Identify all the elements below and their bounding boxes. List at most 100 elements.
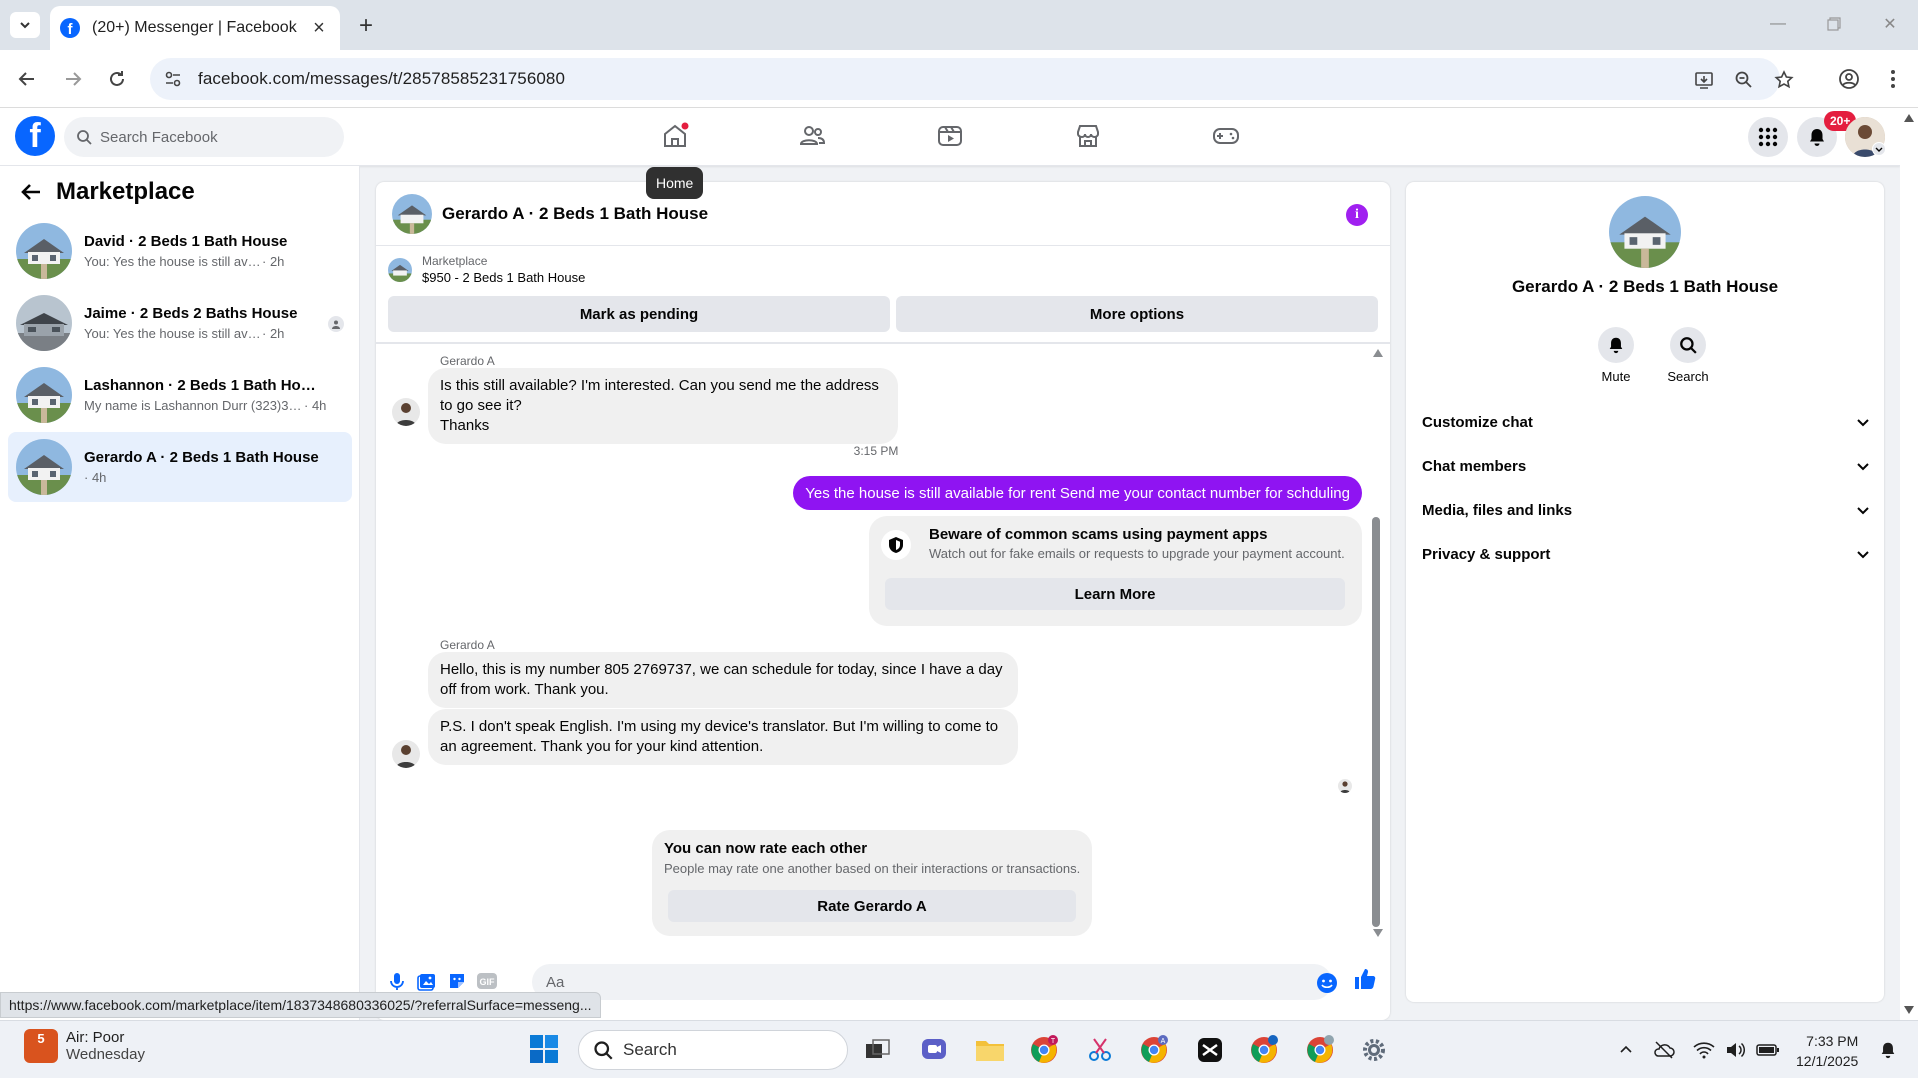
chat-members-section[interactable]: Chat members	[1422, 448, 1870, 484]
svg-text:GIF: GIF	[480, 977, 496, 987]
chrome-profile-photo-icon[interactable]	[1302, 1032, 1338, 1068]
message-text: Thanks	[440, 417, 490, 434]
file-explorer-icon[interactable]	[972, 1032, 1008, 1068]
chat-scrollbar-thumb[interactable]	[1372, 517, 1380, 927]
tab-search-button[interactable]	[10, 12, 40, 38]
emoji-icon[interactable]	[1314, 970, 1340, 996]
page-scroll-up-icon[interactable]	[1904, 114, 1914, 122]
incoming-message[interactable]: Hello, this is my number 805 2769737, we…	[428, 652, 1018, 708]
show-hidden-icons-chevron-icon[interactable]	[1608, 1032, 1644, 1068]
wifi-icon[interactable]	[1686, 1032, 1722, 1068]
forward-icon[interactable]	[58, 64, 88, 94]
home-nav-icon[interactable]	[655, 118, 695, 154]
conversation-name: Lashannon · 2 Beds 1 Bath House	[84, 377, 324, 394]
reload-icon[interactable]	[102, 64, 132, 94]
capcut-icon[interactable]	[1192, 1032, 1228, 1068]
listing-thumbnail	[16, 295, 72, 351]
incoming-message[interactable]: P.S. I don't speak English. I'm using my…	[428, 709, 1018, 765]
facebook-header: f Search Facebook 20+	[0, 108, 1900, 166]
zoom-icon[interactable]	[1732, 68, 1756, 92]
scroll-up-arrow-icon[interactable]	[1372, 348, 1384, 358]
browser-menu-icon[interactable]	[1878, 64, 1908, 94]
install-app-icon[interactable]	[1692, 68, 1716, 92]
message-text: an agreement. Thank you for your kind at…	[440, 738, 764, 755]
scroll-down-arrow-icon[interactable]	[1372, 928, 1384, 938]
new-tab-button[interactable]: +	[352, 12, 380, 40]
chat-avatar[interactable]	[392, 193, 432, 234]
listing-thumbnail	[16, 223, 72, 279]
close-tab-icon[interactable]: ×	[308, 17, 330, 39]
chrome-profile-t-icon[interactable]: T	[1026, 1032, 1062, 1068]
facebook-logo-icon[interactable]: f	[15, 116, 55, 156]
sidebar-title: Marketplace	[56, 178, 195, 205]
sender-avatar	[392, 398, 420, 426]
gaming-nav-icon[interactable]	[1206, 118, 1246, 154]
friends-nav-icon[interactable]	[792, 118, 832, 154]
weather-widget[interactable]: 5 Air: Poor Wednesday	[24, 1029, 145, 1063]
windows-start-icon[interactable]	[526, 1031, 562, 1067]
media-files-links-section[interactable]: Media, files and links	[1422, 492, 1870, 528]
like-thumb-icon[interactable]	[1352, 966, 1378, 992]
settings-gear-icon[interactable]	[1356, 1032, 1392, 1068]
page-scroll-down-icon[interactable]	[1904, 1006, 1914, 1014]
sender-avatar	[392, 740, 420, 768]
details-name: Gerardo A · 2 Beds 1 Bath House	[1511, 277, 1779, 296]
bookmark-star-icon[interactable]	[1772, 68, 1796, 92]
browser-tab[interactable]: f (20+) Messenger | Facebook ×	[50, 6, 340, 50]
taskbar-search[interactable]: Search	[578, 1030, 848, 1070]
page-scrollbar[interactable]	[1900, 108, 1918, 1020]
conversation-item-gerardo[interactable]: Gerardo A · 2 Beds 1 Bath House · 4h	[8, 432, 352, 502]
chrome-profile-a-icon[interactable]: A	[1136, 1032, 1172, 1068]
divider	[376, 342, 1390, 344]
scam-warning-text: Watch out for fake emails or requests to…	[929, 546, 1345, 561]
privacy-support-section[interactable]: Privacy & support	[1422, 536, 1870, 572]
incoming-message[interactable]: Is this still available? I'm interested.…	[428, 368, 898, 444]
photo-icon[interactable]	[414, 968, 440, 994]
gif-icon[interactable]: GIF	[474, 968, 500, 994]
svg-text:T: T	[1051, 1038, 1056, 1045]
facebook-search-input[interactable]: Search Facebook	[64, 117, 344, 157]
sticker-icon[interactable]	[444, 968, 470, 994]
conversation-item-david[interactable]: David · 2 Beds 1 Bath House You: Yes the…	[8, 216, 352, 286]
mark-as-pending-button[interactable]: Mark as pending	[388, 296, 890, 332]
profile-icon[interactable]	[1834, 64, 1864, 94]
minimize-icon[interactable]: —	[1766, 14, 1790, 34]
search-icon	[77, 130, 92, 145]
message-input[interactable]: Aa	[532, 964, 1332, 1000]
omnibox[interactable]: facebook.com/messages/t/2857858523175608…	[150, 58, 1794, 100]
conversation-item-lashannon[interactable]: Lashannon · 2 Beds 1 Bath House My name …	[8, 360, 352, 430]
task-view-icon[interactable]	[860, 1032, 896, 1068]
volume-icon[interactable]	[1718, 1032, 1754, 1068]
taskbar-clock[interactable]: 7:33 PM 12/1/2025	[1796, 1031, 1858, 1071]
rate-user-button[interactable]: Rate Gerardo A	[668, 890, 1076, 922]
section-label: Privacy & support	[1422, 545, 1551, 563]
cloud-offline-icon[interactable]	[1646, 1032, 1682, 1068]
site-info-icon[interactable]	[164, 70, 182, 88]
close-window-icon[interactable]: ✕	[1878, 14, 1902, 34]
restore-icon[interactable]	[1822, 14, 1846, 34]
account-chevron-icon[interactable]	[1872, 142, 1886, 156]
conversation-info-icon[interactable]: i	[1346, 204, 1368, 226]
conversation-item-jaime[interactable]: Jaime · 2 Beds 2 Baths House You: Yes th…	[8, 288, 352, 358]
message-text: off from work. Thank you.	[440, 681, 609, 698]
status-bar-url: https://www.facebook.com/marketplace/ite…	[0, 992, 601, 1018]
chrome-profile-e-icon[interactable]	[1246, 1032, 1282, 1068]
teams-chat-icon[interactable]	[916, 1032, 952, 1068]
mute-button[interactable]: Mute	[1586, 327, 1646, 384]
more-options-button[interactable]: More options	[896, 296, 1378, 332]
learn-more-button[interactable]: Learn More	[885, 578, 1345, 610]
snipping-tool-icon[interactable]	[1082, 1032, 1118, 1068]
marketplace-listing-banner[interactable]: Marketplace $950 - 2 Beds 1 Bath House	[388, 254, 585, 285]
back-icon[interactable]	[12, 64, 42, 94]
microphone-icon[interactable]	[384, 968, 410, 994]
battery-icon[interactable]	[1750, 1032, 1786, 1068]
back-arrow-icon[interactable]	[20, 181, 42, 203]
chat-title[interactable]: Gerardo A · 2 Beds 1 Bath House	[442, 204, 708, 224]
outgoing-message[interactable]: Yes the house is still available for ren…	[793, 476, 1362, 510]
menu-grid-button[interactable]	[1748, 117, 1788, 157]
video-nav-icon[interactable]	[930, 118, 970, 154]
search-in-conversation-button[interactable]: Search	[1658, 327, 1718, 384]
marketplace-nav-icon[interactable]	[1068, 118, 1108, 154]
customize-chat-section[interactable]: Customize chat	[1422, 404, 1870, 440]
notification-bell-icon[interactable]	[1870, 1032, 1906, 1068]
